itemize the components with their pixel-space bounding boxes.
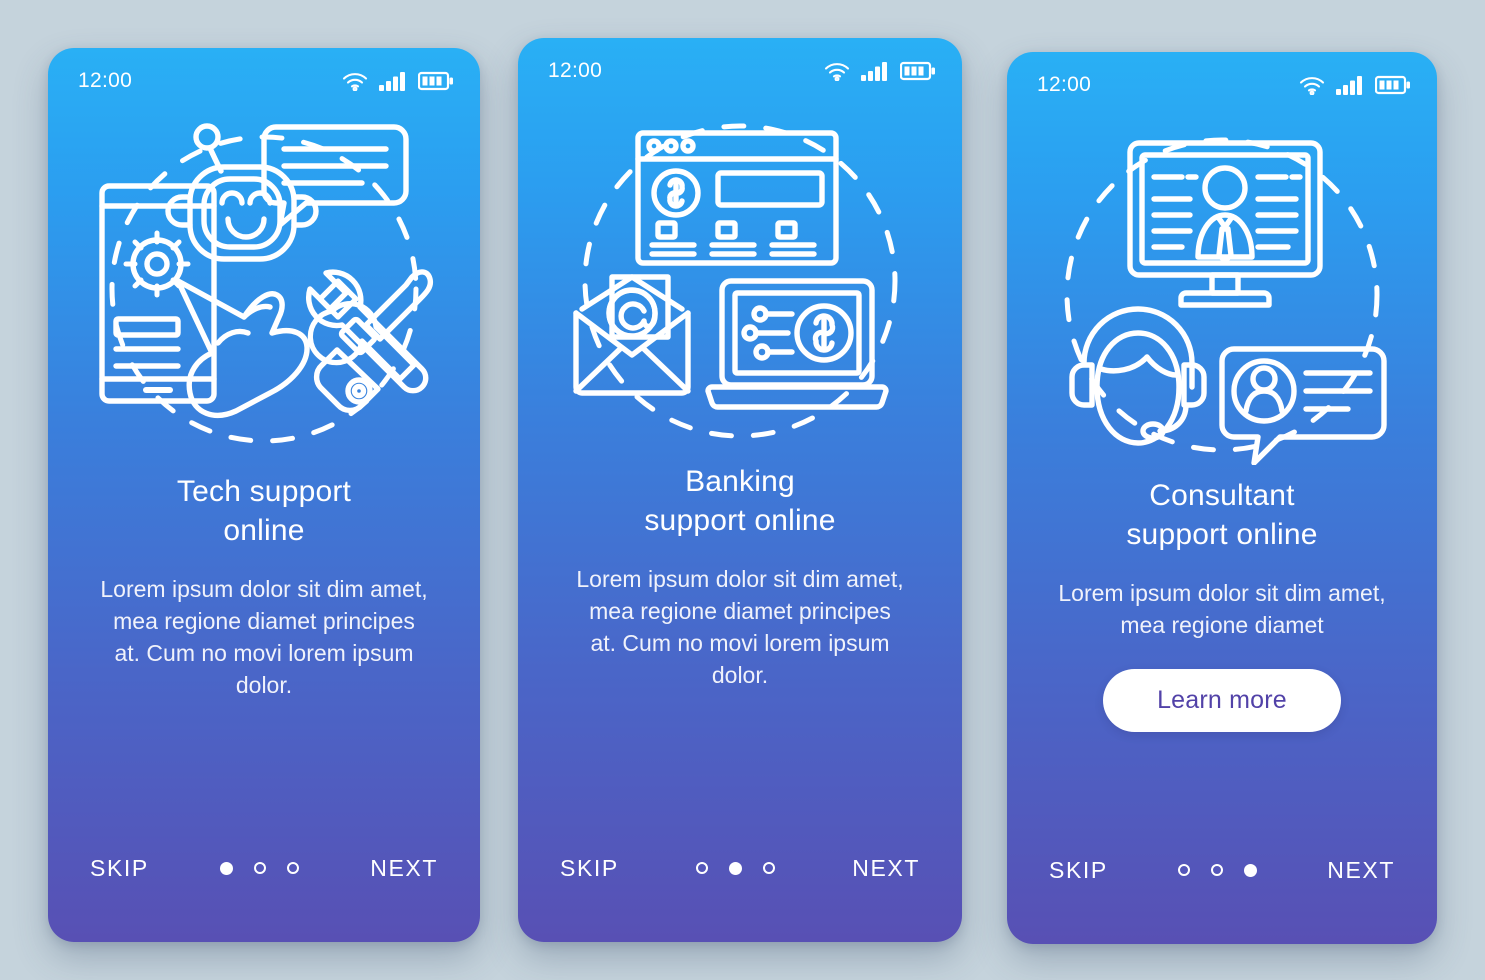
copy-block: Tech support online Lorem ipsum dolor si… — [48, 472, 480, 822]
status-icons — [342, 71, 454, 91]
next-button[interactable]: NEXT — [850, 851, 922, 886]
learn-more-button[interactable]: Learn more — [1103, 668, 1341, 732]
page-indicator-dots — [220, 861, 300, 875]
onboarding-screens-stage: 12:00 Tech support online Lorem ipsum do… — [0, 0, 1485, 980]
page-description: Lorem ipsum dolor sit dim amet, mea regi… — [576, 565, 904, 689]
status-time: 12:00 — [548, 59, 603, 82]
status-time: 12:00 — [1037, 73, 1092, 96]
onboarding-screen-consultant-support: 12:00 Consultant support online Lorem ip… — [1007, 52, 1437, 944]
page-dot-3[interactable] — [1244, 863, 1258, 877]
tech-support-illustration — [48, 104, 480, 472]
skip-button[interactable]: SKIP — [558, 851, 621, 886]
onboarding-nav: SKIP NEXT — [1007, 824, 1437, 944]
next-button[interactable]: NEXT — [1325, 853, 1397, 888]
banking-support-illustration — [518, 94, 962, 462]
consultant-support-illustration — [1007, 108, 1437, 476]
page-title: Banking support online — [644, 465, 836, 538]
page-dot-3[interactable] — [763, 862, 776, 874]
onboarding-nav: SKIP NEXT — [48, 822, 480, 942]
page-indicator-dots — [1178, 863, 1258, 877]
wifi-icon — [824, 61, 850, 81]
status-icons — [1299, 75, 1411, 95]
battery-icon — [900, 61, 936, 81]
status-time: 12:00 — [78, 69, 133, 92]
page-indicator-dots — [696, 861, 776, 875]
status-bar: 12:00 — [1007, 52, 1437, 108]
page-description: Lorem ipsum dolor sit dim amet, mea regi… — [100, 575, 428, 699]
skip-button[interactable]: SKIP — [1047, 853, 1110, 888]
page-dot-2[interactable] — [729, 861, 743, 875]
status-icons — [824, 61, 936, 81]
status-bar: 12:00 — [518, 38, 962, 94]
battery-icon — [418, 71, 454, 91]
signal-icon — [1336, 75, 1364, 95]
page-dot-2[interactable] — [254, 862, 267, 874]
status-bar: 12:00 — [48, 48, 480, 104]
signal-icon — [379, 71, 407, 91]
skip-button[interactable]: SKIP — [88, 851, 151, 886]
onboarding-screen-tech-support: 12:00 Tech support online Lorem ipsum do… — [48, 48, 480, 942]
onboarding-nav: SKIP NEXT — [518, 822, 962, 942]
copy-block: Banking support online Lorem ipsum dolor… — [518, 462, 962, 822]
wifi-icon — [1299, 75, 1325, 95]
signal-icon — [861, 61, 889, 81]
page-description: Lorem ipsum dolor sit dim amet, mea regi… — [1058, 579, 1386, 638]
copy-block: Consultant support online Lorem ipsum do… — [1007, 476, 1437, 824]
next-button[interactable]: NEXT — [368, 851, 440, 886]
page-dot-1[interactable] — [220, 861, 234, 875]
page-title: Consultant support online — [1126, 479, 1318, 552]
page-dot-1[interactable] — [696, 862, 709, 874]
battery-icon — [1375, 75, 1411, 95]
page-dot-2[interactable] — [1211, 864, 1224, 876]
page-title: Tech support online — [176, 475, 352, 548]
wifi-icon — [342, 71, 368, 91]
page-dot-3[interactable] — [287, 862, 300, 874]
page-dot-1[interactable] — [1178, 864, 1191, 876]
onboarding-screen-banking-support: 12:00 Banking support online Lorem ipsum… — [518, 38, 962, 942]
